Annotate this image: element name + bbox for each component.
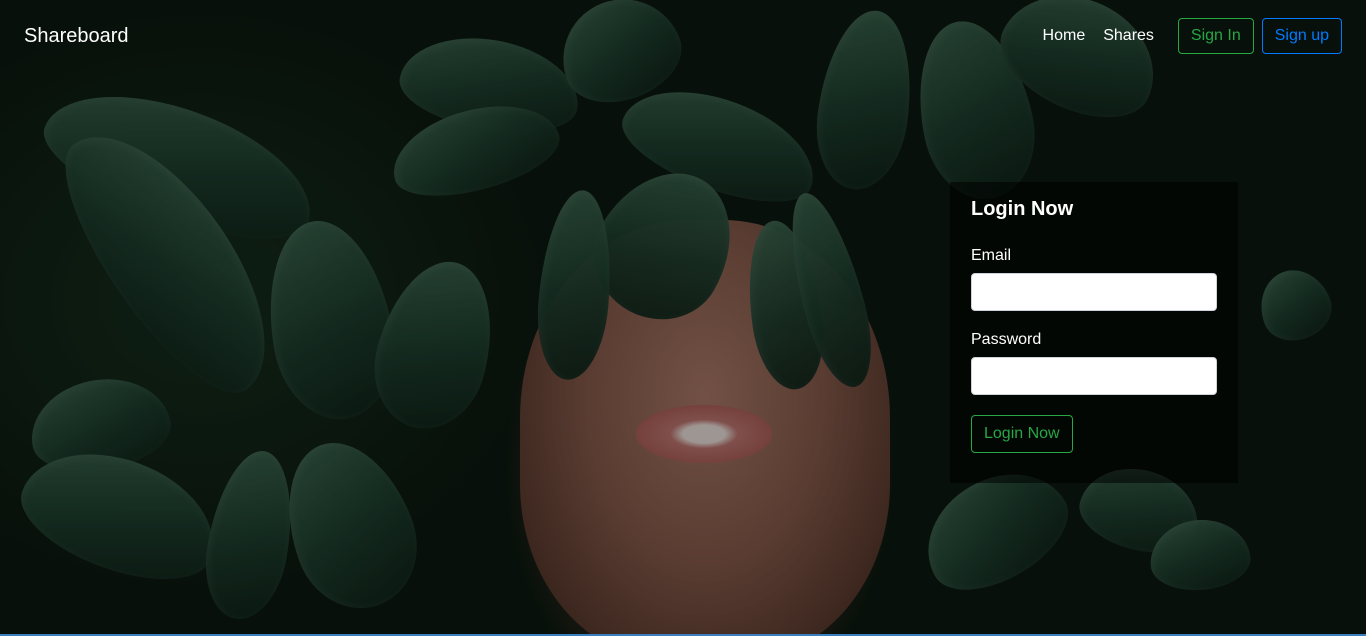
login-submit-button[interactable]: Login Now [971,415,1073,453]
email-label: Email [971,247,1012,264]
navbar: Shareboard Home Shares Sign In Sign up [0,0,1366,72]
page: Shareboard Home Shares Sign In Sign up L… [0,0,1366,636]
brand-link[interactable]: Shareboard [24,25,129,48]
sign-up-button[interactable]: Sign up [1261,18,1342,54]
login-title: Login Now [971,198,1074,220]
login-panel: Login Now Email Password Login Now [950,182,1238,483]
password-label: Password [971,331,1042,348]
email-field[interactable] [971,273,1217,311]
password-field[interactable] [971,357,1217,395]
nav-link-home[interactable]: Home [1043,27,1086,45]
nav-right: Home Shares Sign In Sign up [1025,18,1342,54]
sign-in-button[interactable]: Sign In [1177,18,1254,54]
nav-link-shares[interactable]: Shares [1103,27,1154,45]
